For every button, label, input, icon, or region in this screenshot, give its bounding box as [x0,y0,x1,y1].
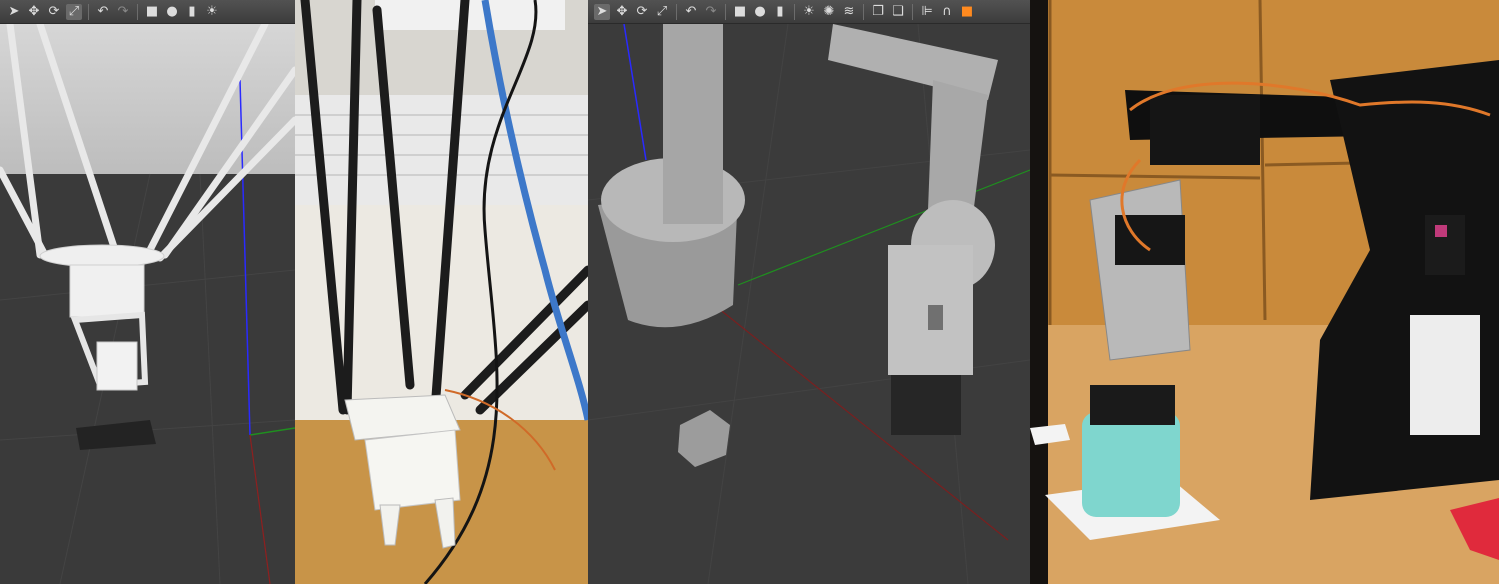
color-icon[interactable]: ■ [959,4,975,20]
rotate-icon[interactable]: ⟳ [634,4,650,20]
gripper-housing [364,429,461,511]
gripper-body [69,264,145,318]
align-icon[interactable]: ⊫ [919,4,935,20]
teal-cylinder [1082,412,1180,517]
toolbar-separator [912,3,913,20]
magnet-icon[interactable]: ∩ [939,4,955,20]
box-icon[interactable]: ■ [732,4,748,20]
photo-arm-scene [1030,0,1499,584]
sim-delta-scene [0,20,295,584]
spotlight-icon[interactable]: ✺ [821,4,837,20]
scale-icon[interactable]: ⤢ [654,4,670,20]
gripper-base-dark [891,375,961,435]
panel-photo-arm [1030,0,1499,584]
cylinder-icon[interactable]: ▮ [772,4,788,20]
cube-object [96,341,138,391]
dark-edge [1030,0,1048,584]
box-icon[interactable]: ■ [144,4,160,20]
select-icon[interactable]: ➤ [594,3,610,20]
servo-on-cylinder [1090,385,1175,425]
sphere-icon[interactable]: ● [164,4,180,20]
panel-sim-delta: ➤ ✥ ⟳ ⤢ ↶ ↷ ■ ● ▮ ☀ [0,0,295,584]
elbow-servo [1425,215,1465,275]
arm-upper-link [663,24,723,224]
toolbar-separator [794,3,795,20]
light-icon[interactable]: ☀ [204,4,220,20]
toolbar-separator [725,3,726,20]
redo-icon[interactable]: ↷ [703,4,719,20]
wrist-servo [1150,95,1260,165]
toolbar-separator [676,3,677,20]
select-icon[interactable]: ➤ [6,4,22,20]
undo-icon[interactable]: ↶ [95,4,111,20]
sim-arm-scene [588,23,1030,584]
cylinder-icon[interactable]: ▮ [184,4,200,20]
undo-icon[interactable]: ↶ [683,4,699,20]
servo-label [1435,225,1447,237]
translate-icon[interactable]: ✥ [26,4,42,20]
panel-sim-arm: ➤ ✥ ⟳ ⤢ ↶ ↷ ■ ● ▮ ☀ ✺ ≋ ❐ ❑ ⊫ ∩ ■ [588,0,1030,584]
delta-platform [39,244,165,268]
sim-toolbar: ➤ ✥ ⟳ ⤢ ↶ ↷ ■ ● ▮ ☀ [0,0,295,24]
paste-icon[interactable]: ❑ [890,4,906,20]
photo-delta-scene [295,0,588,584]
gripper-slot [928,305,943,330]
copy-icon[interactable]: ❐ [870,4,886,20]
toolbar-separator [88,3,89,20]
sphere-icon[interactable]: ● [752,4,768,20]
sim-toolbar: ➤ ✥ ⟳ ⤢ ↶ ↷ ■ ● ▮ ☀ ✺ ≋ ❐ ❑ ⊫ ∩ ■ [588,0,1030,24]
translate-icon[interactable]: ✥ [614,4,630,20]
panel-photo-delta [295,0,588,584]
dirlight-icon[interactable]: ≋ [841,4,857,20]
scale-icon[interactable]: ⤢ [66,3,82,20]
redo-icon[interactable]: ↷ [115,4,131,20]
window-blinds [295,95,588,205]
rotate-icon[interactable]: ⟳ [46,4,62,20]
power-board [1410,315,1480,435]
toolbar-separator [863,3,864,20]
toolbar-separator [137,3,138,20]
light-icon[interactable]: ☀ [801,4,817,20]
